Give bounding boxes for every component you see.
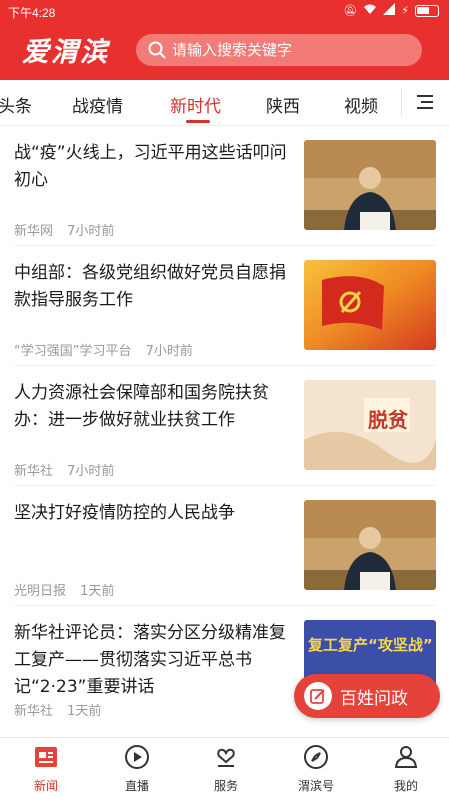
compass-icon bbox=[304, 745, 328, 769]
mute-icon: 🔕︎ bbox=[343, 4, 358, 17]
nav-label: 服务 bbox=[213, 779, 238, 793]
news-title[interactable]: 战“疫”火线上，习近平用这些话叩问初心 bbox=[14, 140, 290, 194]
bottom-nav: 新闻 直播 服务 渭滨号 我的 bbox=[0, 737, 449, 799]
news-thumbnail[interactable] bbox=[304, 500, 436, 590]
tab-new-era[interactable]: 新时代 bbox=[170, 92, 221, 117]
tab-headlines[interactable]: 头条 bbox=[0, 92, 32, 117]
tabs-divider bbox=[401, 88, 402, 116]
thumb-text: 复工复产“攻坚战” bbox=[308, 636, 433, 654]
thumb-text: 脱贫 bbox=[368, 408, 408, 432]
app-header: 下午4:28 🔕︎ ⚡︎ 爱渭滨 bbox=[0, 0, 449, 80]
nav-label: 新闻 bbox=[33, 779, 58, 793]
news-item[interactable]: 战“疫”火线上，习近平用这些话叩问初心 新华网 7小时前 bbox=[0, 126, 449, 246]
signal-icon bbox=[383, 3, 396, 19]
news-time: 1天前 bbox=[67, 704, 102, 719]
user-icon bbox=[394, 746, 418, 768]
news-title[interactable]: 中组部：各级党组织做好党员自愿捐款指导服务工作 bbox=[14, 260, 290, 314]
service-icon bbox=[217, 748, 235, 767]
news-source: 新华社 bbox=[14, 704, 54, 719]
status-time: 下午4:28 bbox=[8, 6, 56, 20]
nav-news[interactable]: 新闻 bbox=[16, 744, 76, 794]
news-item[interactable]: 人力资源社会保障部和国务院扶贫办：进一步做好就业扶贫工作 新华社 7小时前 脱贫 bbox=[0, 366, 449, 486]
tab-shaanxi[interactable]: 陕西 bbox=[266, 92, 300, 117]
news-meta: “学习强国”学习平台 7小时前 bbox=[14, 340, 203, 359]
charging-icon: ⚡︎ bbox=[401, 4, 409, 17]
active-tab-indicator bbox=[186, 120, 210, 123]
news-meta: 新华社 1天前 bbox=[14, 700, 111, 719]
news-meta: 新华社 7小时前 bbox=[14, 460, 124, 479]
news-meta: 光明日报 1天前 bbox=[14, 580, 124, 599]
news-thumbnail[interactable] bbox=[304, 140, 436, 230]
nav-label: 直播 bbox=[124, 779, 149, 793]
menu-icon[interactable] bbox=[415, 92, 435, 112]
news-time: 7小时前 bbox=[67, 224, 115, 239]
news-item[interactable]: 中组部：各级党组织做好党员自愿捐款指导服务工作 “学习强国”学习平台 7小时前 bbox=[0, 246, 449, 366]
news-time: 7小时前 bbox=[145, 344, 193, 359]
search-bar[interactable] bbox=[136, 34, 422, 66]
news-thumbnail[interactable] bbox=[304, 260, 436, 350]
status-icons: 🔕︎ ⚡︎ bbox=[343, 3, 439, 19]
search-input[interactable] bbox=[172, 41, 412, 59]
app-logo: 爱渭滨 bbox=[22, 37, 109, 68]
news-meta: 新华网 7小时前 bbox=[14, 220, 124, 239]
news-title[interactable]: 坚决打好疫情防控的人民战争 bbox=[14, 500, 290, 527]
battery-icon bbox=[415, 5, 439, 17]
category-tabs: 头条 战疫情 新时代 陕西 视频 bbox=[0, 80, 449, 126]
news-icon bbox=[35, 747, 57, 767]
public-inquiry-button[interactable]: 百姓问政 bbox=[294, 674, 440, 718]
nav-weibin[interactable]: 渭滨号 bbox=[286, 744, 346, 794]
news-item[interactable]: 坚决打好疫情防控的人民战争 光明日报 1天前 bbox=[0, 486, 449, 606]
news-title[interactable]: 人力资源社会保障部和国务院扶贫办：进一步做好就业扶贫工作 bbox=[14, 380, 290, 434]
public-inquiry-label: 百姓问政 bbox=[340, 688, 408, 709]
news-time: 7小时前 bbox=[67, 464, 115, 479]
search-icon bbox=[148, 41, 166, 59]
news-time: 1天前 bbox=[80, 584, 115, 599]
tab-video[interactable]: 视频 bbox=[344, 92, 378, 117]
news-thumbnail[interactable]: 脱贫 bbox=[304, 380, 436, 470]
news-source: 光明日报 bbox=[14, 584, 67, 599]
wifi-icon bbox=[363, 3, 377, 19]
status-bar: 下午4:28 🔕︎ ⚡︎ bbox=[0, 0, 449, 22]
nav-live[interactable]: 直播 bbox=[107, 744, 167, 794]
edit-icon bbox=[304, 682, 332, 710]
news-source: 新华网 bbox=[14, 224, 54, 239]
news-source: “学习强国”学习平台 bbox=[14, 344, 132, 359]
nav-label: 我的 bbox=[393, 779, 418, 793]
nav-service[interactable]: 服务 bbox=[196, 744, 256, 794]
news-source: 新华社 bbox=[14, 464, 54, 479]
nav-mine[interactable]: 我的 bbox=[376, 744, 436, 794]
news-title[interactable]: 新华社评论员：落实分区分级精准复工复产——贯彻落实习近平总书记“2·23”重要讲… bbox=[14, 620, 290, 701]
tab-epidemic[interactable]: 战疫情 bbox=[72, 92, 123, 117]
nav-label: 渭滨号 bbox=[297, 779, 334, 793]
play-icon bbox=[125, 745, 149, 769]
